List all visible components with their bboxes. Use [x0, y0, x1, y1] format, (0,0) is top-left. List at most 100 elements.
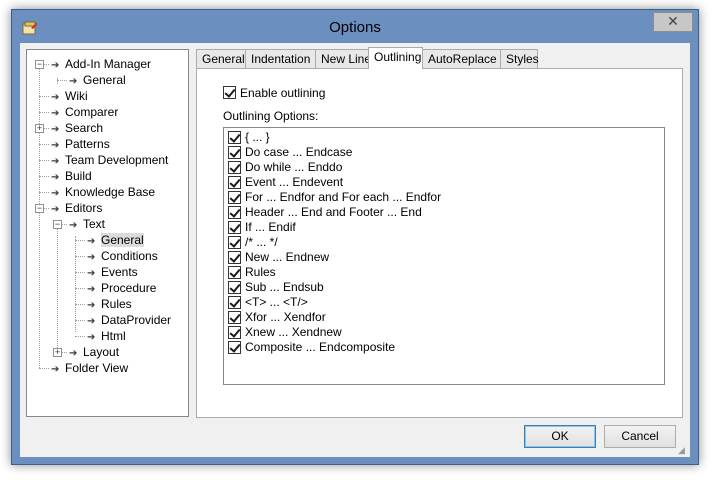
title-bar[interactable]: Options ✕ [12, 10, 698, 44]
option-checkbox[interactable] [228, 191, 241, 205]
outlining-option[interactable]: Event ... Endevent [228, 175, 343, 190]
outlining-option[interactable]: Do case ... Endcase [228, 145, 352, 160]
tree-guide-line [57, 80, 67, 81]
tab-autoreplace[interactable]: AutoReplace [422, 49, 501, 68]
outlining-panel: Enable outlining Outlining Options: { ..… [196, 68, 683, 418]
option-checkbox[interactable] [228, 176, 241, 190]
tree-item[interactable]: ➔ Wiki [51, 88, 88, 104]
tree-guide-line [75, 336, 85, 337]
tab-styles[interactable]: Styles [500, 49, 539, 68]
tree-guide-line [39, 176, 49, 177]
option-checkbox[interactable] [228, 131, 241, 145]
outlining-option[interactable]: /* ... */ [228, 235, 278, 250]
option-checkbox[interactable] [228, 251, 241, 265]
option-label: { ... } [245, 130, 270, 145]
tree-guide-line [75, 288, 85, 289]
tree-item-label: Conditions [101, 249, 158, 263]
option-label: New ... Endnew [245, 250, 330, 265]
option-label: Do case ... Endcase [245, 145, 353, 160]
expand-icon[interactable]: + [53, 348, 62, 357]
tab-general[interactable]: General [196, 49, 246, 68]
option-checkbox[interactable] [228, 236, 241, 250]
option-checkbox[interactable] [228, 266, 241, 280]
option-checkbox[interactable] [228, 161, 241, 175]
tree-guide-line [75, 240, 85, 241]
collapse-icon[interactable]: − [35, 204, 44, 213]
outlining-option[interactable]: New ... Endnew [228, 250, 329, 265]
tree-item[interactable]: ➔ Search [51, 120, 103, 136]
tree-item[interactable]: ➔ Procedure [87, 280, 156, 296]
tree-item[interactable]: ➔ Build [51, 168, 92, 184]
window-title: Options [329, 19, 381, 36]
tree-guide-line [75, 236, 76, 332]
option-checkbox[interactable] [228, 326, 241, 340]
expand-icon[interactable]: + [35, 124, 44, 133]
tree-item-label: Team Development [65, 153, 169, 167]
tree-item[interactable]: ➔ Knowledge Base [51, 184, 155, 200]
cancel-button[interactable]: Cancel [604, 425, 676, 448]
tree-guide-line [57, 78, 58, 84]
option-label: Rules [245, 265, 276, 280]
option-label: If ... Endif [245, 220, 296, 235]
settings-tree[interactable]: − ➔ Add-In Manager ➔ General ➔ Wiki ➔ Comparer + ➔… [26, 49, 189, 417]
outlining-options-list[interactable]: { ... } Do case ... Endcase Do while ... E… [223, 127, 665, 385]
option-label: Event ... Endevent [245, 175, 344, 190]
outlining-option[interactable]: Header ... End and Footer ... End [228, 205, 422, 220]
outlining-option[interactable]: If ... Endif [228, 220, 296, 235]
outlining-option[interactable]: Xfor ... Xendfor [228, 310, 326, 325]
option-checkbox[interactable] [228, 206, 241, 220]
outlining-option[interactable]: Composite ... Endcomposite [228, 340, 395, 355]
collapse-icon[interactable]: − [53, 220, 62, 229]
tree-guide-line [75, 272, 85, 273]
option-label: Header ... End and Footer ... End [245, 205, 422, 220]
option-label: Sub ... Endsub [245, 280, 324, 295]
arrow-right-icon: ➔ [69, 220, 78, 231]
tree-item[interactable]: ➔ Comparer [51, 104, 118, 120]
outlining-option[interactable]: Sub ... Endsub [228, 280, 324, 295]
option-checkbox[interactable] [228, 341, 241, 355]
tree-item[interactable]: ➔ Folder View [51, 360, 128, 376]
tab-new-line[interactable]: New Line [315, 49, 371, 68]
tree-item[interactable]: ➔ Patterns [51, 136, 110, 152]
collapse-icon[interactable]: − [35, 60, 44, 69]
tab-indentation[interactable]: Indentation [245, 49, 316, 68]
tree-item[interactable]: ➔ Layout [69, 344, 119, 360]
option-label: <T> ... <T/> [245, 295, 308, 310]
option-label: /* ... */ [245, 235, 278, 250]
tree-item[interactable]: ➔ Add-In Manager [51, 56, 151, 72]
tree-item[interactable]: ➔ Editors [51, 200, 102, 216]
option-checkbox[interactable] [228, 296, 241, 310]
close-button[interactable]: ✕ [653, 12, 693, 32]
outlining-option[interactable]: { ... } [228, 130, 270, 145]
tree-item[interactable]: ➔ General [69, 72, 126, 88]
enable-outlining-row[interactable]: Enable outlining [223, 84, 325, 100]
tree-item[interactable]: ➔ Conditions [87, 248, 158, 264]
tree-item[interactable]: ➔ Events [87, 264, 138, 280]
tree-item[interactable]: ➔ DataProvider [87, 312, 171, 328]
ok-button[interactable]: OK [524, 425, 596, 448]
tree-item-label: Html [101, 329, 126, 343]
option-checkbox[interactable] [228, 281, 241, 295]
tree-item-label: Events [101, 265, 138, 279]
options-window: Options ✕ − ➔ Add-In Manager ➔ General ➔ Wiki ➔… [11, 9, 699, 465]
tree-item[interactable]: ➔ Team Development [51, 152, 168, 168]
tree-guide-line [75, 320, 85, 321]
resize-grip-icon[interactable]: ◢ [678, 445, 688, 455]
tree-item[interactable]: ➔ Rules [87, 296, 132, 312]
outlining-option[interactable]: Do while ... Enddo [228, 160, 342, 175]
tree-item-label: Search [65, 121, 104, 135]
tree-item[interactable]: ➔ Text [69, 216, 105, 232]
option-checkbox[interactable] [228, 146, 241, 160]
tree-item[interactable]: ➔ General [87, 232, 144, 248]
outlining-option[interactable]: For ... Endfor and For each ... Endfor [228, 190, 441, 205]
option-checkbox[interactable] [228, 221, 241, 235]
enable-outlining-checkbox[interactable] [223, 86, 236, 100]
tree-item[interactable]: ➔ Html [87, 328, 126, 344]
tree-item-label: Procedure [101, 281, 157, 295]
option-checkbox[interactable] [228, 311, 241, 325]
tab-outlining[interactable]: Outlining [368, 47, 423, 69]
outlining-option[interactable]: Xnew ... Xendnew [228, 325, 342, 340]
outlining-option[interactable]: <T> ... <T/> [228, 295, 308, 310]
outlining-option[interactable]: Rules [228, 265, 276, 280]
option-label: Composite ... Endcomposite [245, 340, 396, 355]
